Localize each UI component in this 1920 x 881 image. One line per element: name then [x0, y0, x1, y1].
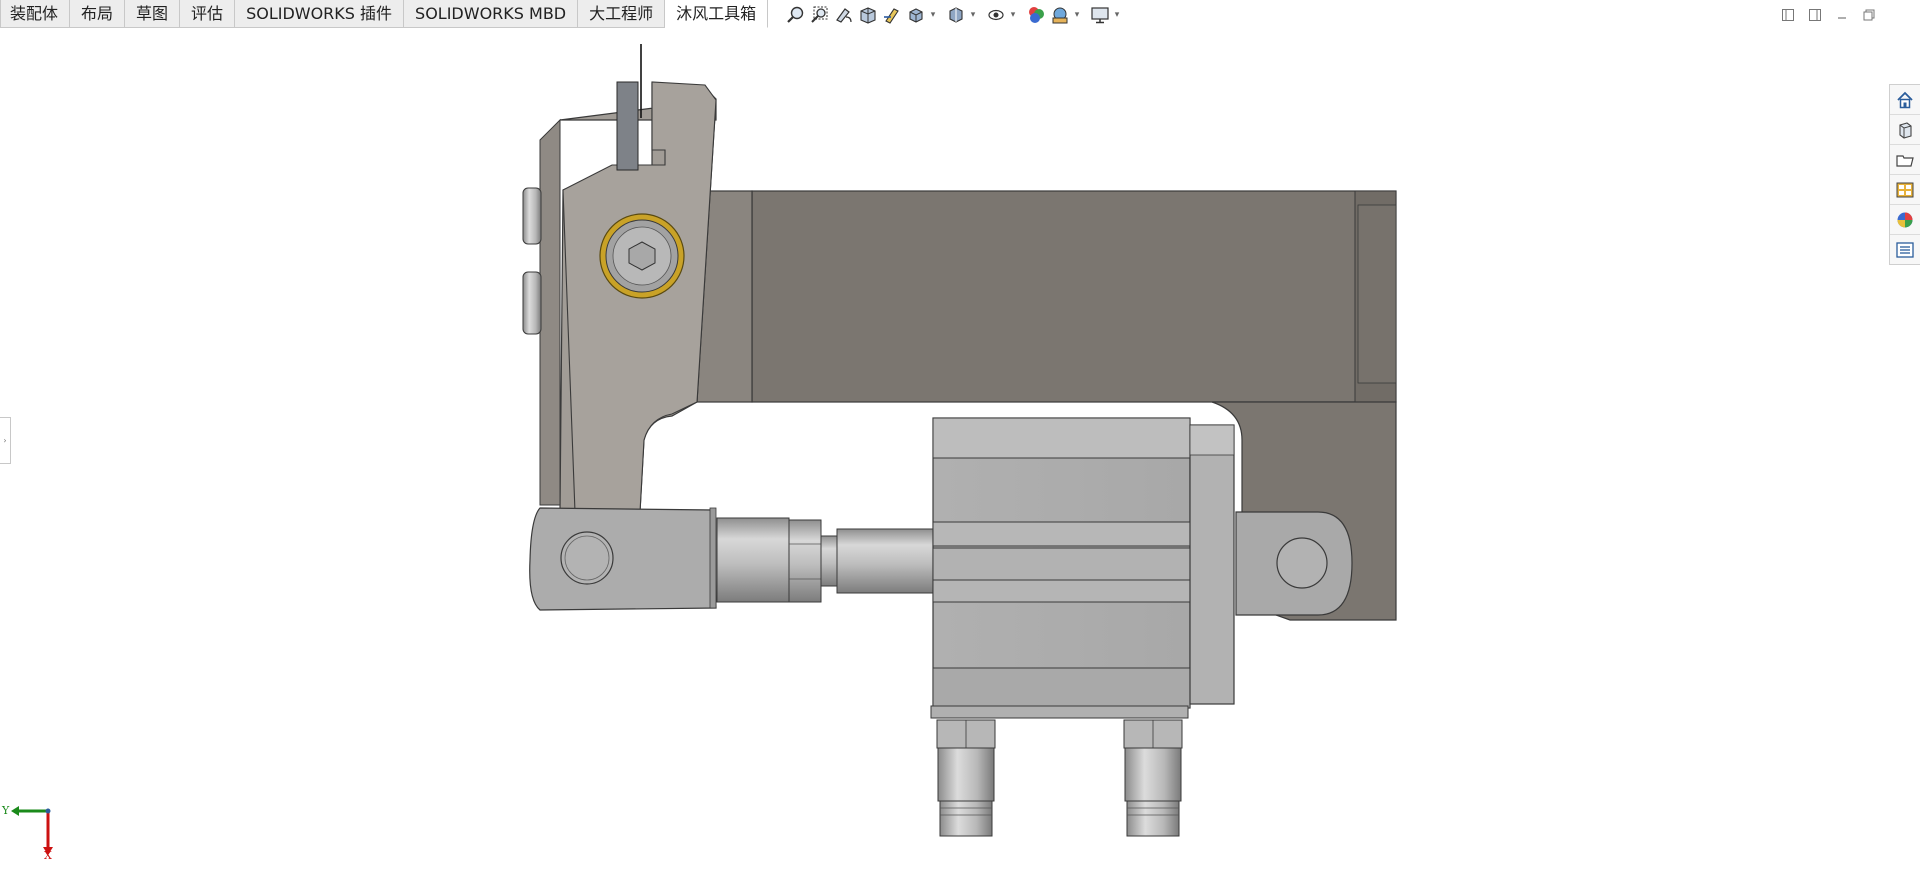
view-settings-icon[interactable] [1088, 4, 1112, 26]
minimize-icon[interactable] [1828, 6, 1855, 24]
triad-y-label: Y [2, 804, 10, 817]
pneumatic-cylinder[interactable] [930, 417, 1235, 719]
tab-mufeng-toolbox[interactable]: 沐风工具箱 [665, 0, 769, 28]
tab-big-engineer[interactable]: 大工程师 [578, 0, 666, 28]
zoom-to-fit-icon[interactable] [784, 4, 808, 26]
previous-view-icon[interactable] [832, 4, 856, 26]
zoom-to-area-icon[interactable] [808, 4, 832, 26]
triad-x-label: X [44, 849, 52, 862]
custom-properties-icon[interactable] [1890, 235, 1920, 264]
rod-end-clevis[interactable] [529, 507, 717, 611]
display-style-icon[interactable] [944, 4, 968, 26]
tab-solidworks-addins[interactable]: SOLIDWORKS 插件 [235, 0, 405, 28]
reference-triad: Y X [0, 798, 60, 863]
tab-evaluate[interactable]: 评估 [180, 0, 236, 28]
dynamic-annotation-icon[interactable] [880, 4, 904, 26]
tile-left-icon[interactable] [1774, 6, 1801, 24]
command-manager-tabs: 装配体 布局 草图 评估 SOLIDWORKS 插件 SOLIDWORKS MB… [0, 0, 769, 28]
view-orientation-dropdown[interactable]: ▾ [928, 10, 938, 20]
apply-scene-dropdown[interactable]: ▾ [1072, 10, 1082, 20]
hide-show-items-icon[interactable] [984, 4, 1008, 26]
view-settings-dropdown[interactable]: ▾ [1112, 10, 1122, 20]
piston-rod[interactable] [716, 517, 935, 603]
restore-icon[interactable] [1855, 6, 1882, 24]
design-library-icon[interactable] [1890, 115, 1920, 145]
tab-sketch[interactable]: 草图 [125, 0, 181, 28]
display-style-dropdown[interactable]: ▾ [968, 10, 978, 20]
hide-show-dropdown[interactable]: ▾ [1008, 10, 1018, 20]
file-explorer-icon[interactable] [1890, 145, 1920, 175]
section-view-icon[interactable] [856, 4, 880, 26]
air-fitting-left[interactable] [936, 719, 996, 837]
appearances-scenes-icon[interactable] [1890, 205, 1920, 235]
window-controls [1774, 6, 1882, 24]
view-orientation-icon[interactable] [904, 4, 928, 26]
pivot-bolt[interactable] [599, 213, 685, 299]
apply-scene-icon[interactable] [1048, 4, 1072, 26]
view-palette-icon[interactable] [1890, 175, 1920, 205]
tile-right-icon[interactable] [1801, 6, 1828, 24]
graphics-area[interactable] [0, 0, 1920, 881]
edit-appearance-icon[interactable] [1024, 4, 1048, 26]
heads-up-view-toolbar: ▾ ▾ ▾ ▾ ▾ [784, 4, 1128, 26]
feature-manager-expand-handle[interactable]: › [0, 417, 11, 464]
air-fitting-right[interactable] [1123, 719, 1183, 837]
solidworks-resources-icon[interactable] [1890, 85, 1920, 115]
tab-layout[interactable]: 布局 [70, 0, 126, 28]
task-pane-tabs [1889, 84, 1920, 265]
side-studs[interactable] [522, 187, 542, 335]
blade[interactable] [616, 81, 639, 171]
expand-arrow-icon: › [3, 436, 7, 445]
tab-assembly[interactable]: 装配体 [0, 0, 71, 28]
tab-solidworks-mbd[interactable]: SOLIDWORKS MBD [404, 0, 579, 28]
